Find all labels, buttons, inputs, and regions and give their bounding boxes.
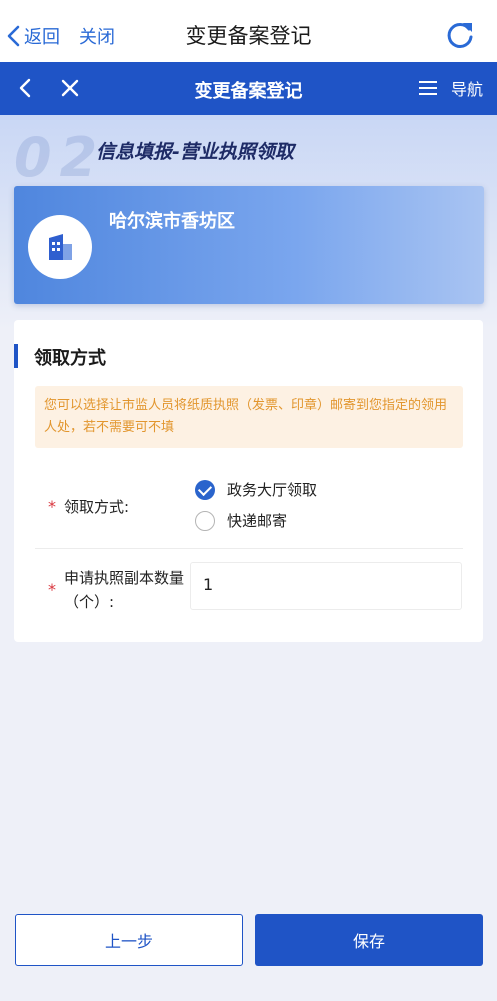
radio-checked-icon[interactable] — [195, 479, 215, 500]
close-label: 关闭 — [79, 27, 115, 48]
radio-option-express[interactable]: 快递邮寄 — [195, 510, 287, 531]
close-x-icon[interactable] — [58, 76, 82, 100]
section-accent-bar — [14, 344, 18, 368]
back-arrow-icon[interactable] — [14, 76, 38, 100]
radio-option-label: 快递邮寄 — [227, 512, 288, 530]
step-number: 02 — [14, 126, 106, 189]
divider — [35, 548, 463, 549]
notice-box: 您可以选择让市监人员将纸质执照（发票、印章）邮寄到您指定的领用人处，若不需要可不… — [35, 386, 463, 448]
pickup-mode-label-text: 领取方式: — [64, 498, 130, 516]
section-title: 领取方式 — [34, 348, 106, 369]
nav-menu-button[interactable]: 导航 — [417, 76, 483, 100]
step-title: 信息填报-营业执照领取 — [96, 141, 294, 163]
refresh-icon[interactable] — [445, 20, 475, 50]
back-button[interactable]: 返回 — [6, 22, 60, 50]
nav-label: 导航 — [450, 80, 483, 99]
pickup-mode-label: * 领取方式: — [48, 496, 129, 517]
copy-quantity-label-text: 申请执照副本数量（个）: — [64, 569, 185, 611]
required-mark: * — [48, 497, 56, 516]
app-top-bar: 返回 关闭 变更备案登记 — [0, 0, 497, 70]
save-button[interactable]: 保存 — [255, 914, 483, 966]
radio-option-hall[interactable]: 政务大厅领取 — [195, 479, 317, 500]
copy-quantity-label: * 申请执照副本数量（个）: — [48, 566, 188, 614]
chevron-left-icon — [7, 25, 20, 47]
app-title: 变更备案登记 — [185, 24, 312, 48]
building-icon — [28, 215, 92, 279]
close-button[interactable]: 关闭 — [79, 22, 115, 50]
radio-option-label: 政务大厅领取 — [227, 481, 318, 499]
page-header-bar: 变更备案登记 导航 — [0, 62, 497, 115]
previous-step-button[interactable]: 上一步 — [15, 914, 243, 966]
copy-quantity-input[interactable]: 1 — [190, 562, 462, 610]
back-label: 返回 — [24, 27, 60, 48]
menu-icon — [418, 81, 437, 95]
region-name: 哈尔滨市香坊区 — [109, 211, 235, 232]
required-mark: * — [48, 580, 56, 599]
radio-unchecked-icon[interactable] — [195, 510, 215, 531]
